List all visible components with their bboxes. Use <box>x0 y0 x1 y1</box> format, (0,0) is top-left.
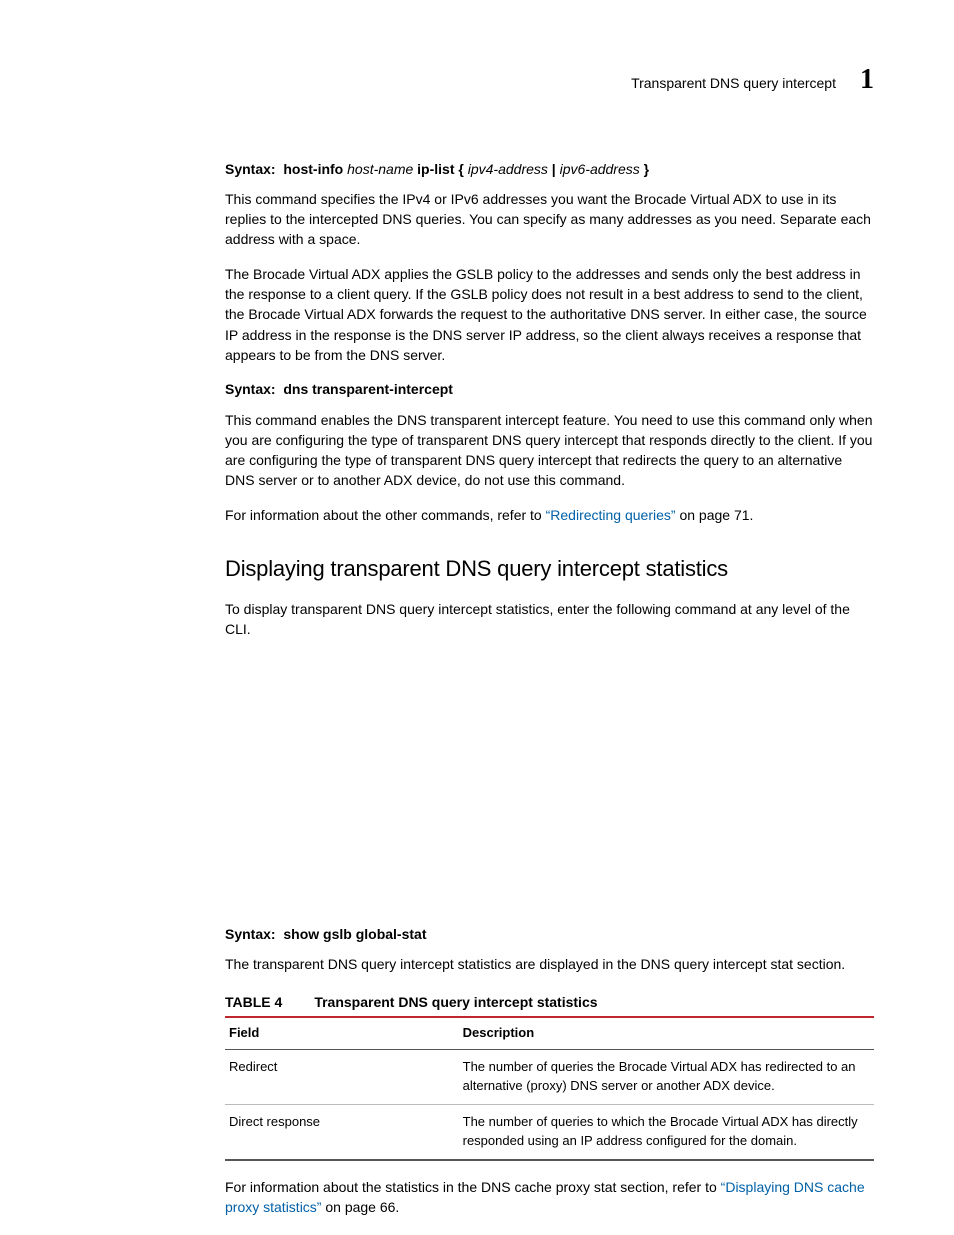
running-header: Transparent DNS query intercept 1 <box>225 60 874 101</box>
link-redirecting-queries[interactable]: “Redirecting queries” <box>546 507 676 523</box>
cell-desc: The number of queries to which the Broca… <box>459 1104 874 1159</box>
paragraph: To display transparent DNS query interce… <box>225 599 874 640</box>
syntax-dns-transparent: Syntax: dns transparent-intercept <box>225 379 874 399</box>
chapter-number: 1 <box>860 60 874 101</box>
cell-desc: The number of queries the Brocade Virtua… <box>459 1050 874 1105</box>
table-caption: TABLE 4Transparent DNS query intercept s… <box>225 992 874 1012</box>
paragraph-xref: For information about the other commands… <box>225 505 874 525</box>
syntax-show-gslb: Syntax: show gslb global-stat <box>225 924 874 944</box>
cell-field: Redirect <box>225 1050 459 1105</box>
col-header-field: Field <box>225 1017 459 1049</box>
page: Transparent DNS query intercept 1 Syntax… <box>0 0 954 1235</box>
table-row: Direct response The number of queries to… <box>225 1104 874 1159</box>
col-header-description: Description <box>459 1017 874 1049</box>
syntax-host-info: Syntax: host-info host-name ip-list { ip… <box>225 159 874 179</box>
cli-output-placeholder <box>225 654 874 924</box>
paragraph: This command specifies the IPv4 or IPv6 … <box>225 189 874 250</box>
cell-field: Direct response <box>225 1104 459 1159</box>
table-row: Redirect The number of queries the Broca… <box>225 1050 874 1105</box>
stats-table: Field Description Redirect The number of… <box>225 1016 874 1160</box>
heading-displaying-stats: Displaying transparent DNS query interce… <box>225 553 874 585</box>
section-title: Transparent DNS query intercept <box>631 73 836 93</box>
paragraph: This command enables the DNS transparent… <box>225 410 874 491</box>
paragraph-xref: For information about the statistics in … <box>225 1177 874 1218</box>
paragraph: The Brocade Virtual ADX applies the GSLB… <box>225 264 874 365</box>
paragraph: The transparent DNS query intercept stat… <box>225 954 874 974</box>
